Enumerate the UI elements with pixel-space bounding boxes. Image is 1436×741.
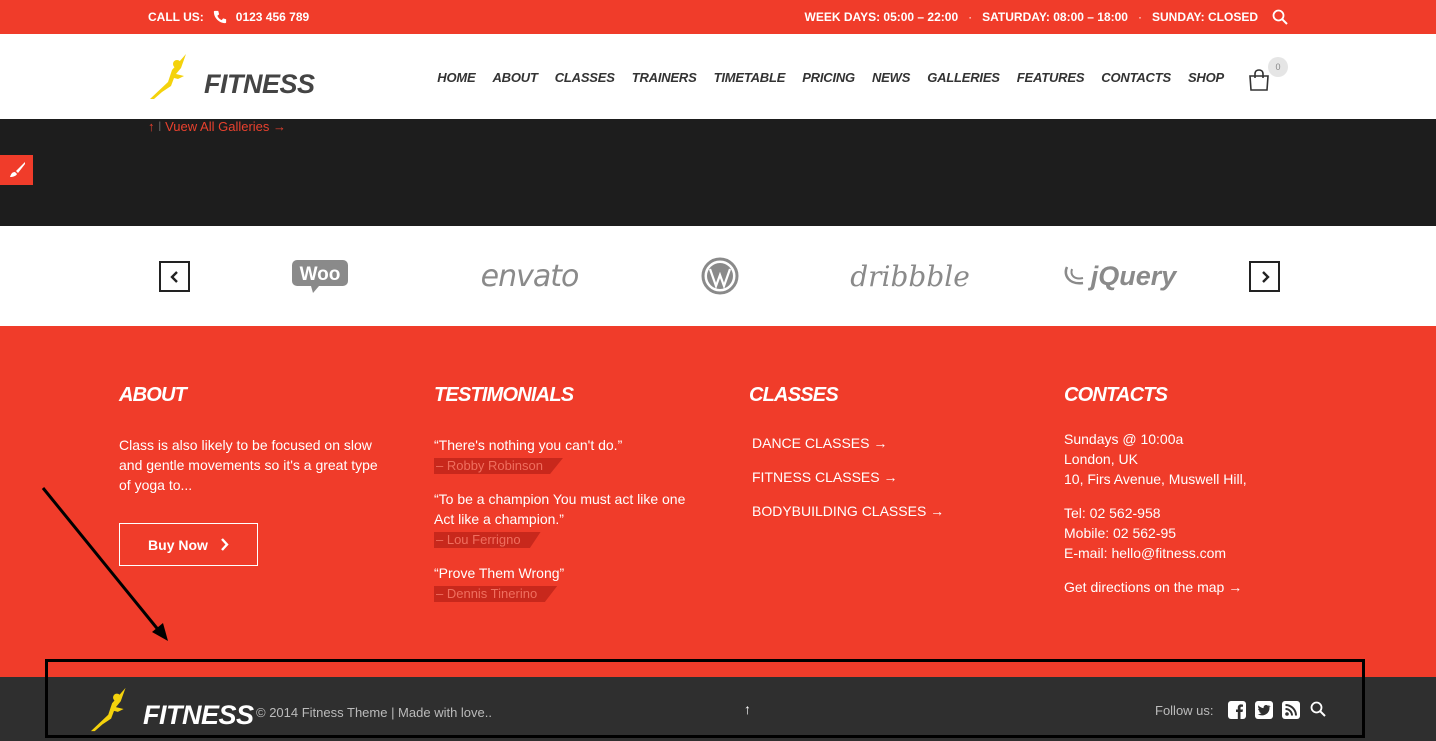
up-arrow-icon[interactable]: ↑ xyxy=(148,119,155,134)
footer-about: ABOUT Class is also likely to be focused… xyxy=(119,384,379,495)
twitter-icon[interactable] xyxy=(1255,701,1273,719)
chevron-right-icon xyxy=(221,538,229,551)
testimonial-author: – Lou Ferrigno xyxy=(434,532,541,548)
testimonial-quote: “To be a champion You must act like one … xyxy=(434,491,686,527)
testimonial-author: – Robby Robinson xyxy=(434,458,563,474)
search-icon[interactable] xyxy=(1310,701,1326,717)
partner-logo-envato[interactable]: envato xyxy=(457,256,602,296)
back-to-top-button[interactable]: ↑ xyxy=(744,701,751,717)
partner-logo-jquery[interactable]: jQuery xyxy=(1052,256,1187,296)
nav-contacts[interactable]: CONTACTS xyxy=(1101,70,1171,85)
site-header: FITNESS HOME ABOUT CLASSES TRAINERS TIME… xyxy=(0,34,1436,119)
partner-logo-wordpress[interactable] xyxy=(700,256,740,296)
about-text: Class is also likely to be focused on sl… xyxy=(119,437,378,493)
chevron-left-icon xyxy=(169,270,178,283)
logo-text: FITNESS xyxy=(204,69,315,99)
style-switcher-button[interactable] xyxy=(0,155,33,185)
rss-icon[interactable] xyxy=(1282,701,1300,719)
nav-features[interactable]: FEATURES xyxy=(1017,70,1085,85)
fitness-classes-link[interactable]: FITNESS CLASSES → xyxy=(752,469,944,485)
jquery-logo-text: jQuery xyxy=(1090,260,1177,291)
separator: · xyxy=(968,10,973,24)
site-logo[interactable]: FITNESS xyxy=(148,52,315,100)
testimonial-author: – Dennis Tinerino xyxy=(434,586,558,602)
footer-bottom-bar: FITNESS © 2014 Fitness Theme | Made with… xyxy=(0,677,1436,741)
footer-contacts: CONTACTS Sundays @ 10:00a London, UK 10,… xyxy=(1064,384,1247,597)
testimonial-quote: “Prove Them Wrong” xyxy=(434,565,565,581)
main-nav: HOME ABOUT CLASSES TRAINERS TIMETABLE PR… xyxy=(437,70,1224,85)
partner-logo-dribbble[interactable]: dribbble xyxy=(850,256,970,296)
separator: | xyxy=(158,121,162,132)
partners-carousel: Woo envato dribbble jQuery xyxy=(0,226,1436,326)
yoga-figure-icon xyxy=(150,54,186,99)
footer-logo[interactable]: FITNESS xyxy=(89,685,254,733)
bodybuilding-classes-link[interactable]: BODYBUILDING CLASSES → xyxy=(752,503,944,519)
call-us: CALL US: 0123 456 789 xyxy=(148,10,309,24)
envato-logo-text: envato xyxy=(480,258,580,294)
woo-logo-text: Woo xyxy=(300,264,341,285)
yoga-figure-icon xyxy=(90,687,126,732)
nav-trainers[interactable]: TRAINERS xyxy=(632,70,697,85)
top-bar: CALL US: 0123 456 789 WEEK DAYS: 05:00 –… xyxy=(0,0,1436,34)
footer-testimonials: TESTIMONIALS “There's nothing you can't … xyxy=(434,384,694,617)
footer-logo-text: FITNESS xyxy=(143,700,254,730)
gallery-nav: ↑ | Vuew All Galleries → xyxy=(148,119,286,134)
weekdays-hours: WEEK DAYS: 05:00 – 22:00 xyxy=(804,10,959,24)
follow-us-label: Follow us: xyxy=(1155,703,1214,718)
buy-now-button[interactable]: Buy Now xyxy=(119,523,258,566)
wordpress-logo-icon xyxy=(701,257,739,295)
nav-news[interactable]: NEWS xyxy=(872,70,910,85)
nav-shop[interactable]: SHOP xyxy=(1188,70,1224,85)
contact-city: London, UK xyxy=(1064,451,1138,467)
contact-street: 10, Firs Avenue, Muswell Hill, xyxy=(1064,471,1247,487)
facebook-icon[interactable] xyxy=(1228,701,1246,719)
saturday-hours: SATURDAY: 08:00 – 18:00 xyxy=(982,10,1128,24)
footer-widgets: ABOUT Class is also likely to be focused… xyxy=(0,326,1436,677)
testimonial-item: “To be a champion You must act like one … xyxy=(434,489,694,549)
classes-heading: CLASSES xyxy=(749,384,839,406)
dribbble-logo-text: dribbble xyxy=(850,259,970,293)
shopping-bag-icon[interactable] xyxy=(1247,68,1271,92)
footer-classes: CLASSES DANCE CLASSES → FITNESS CLASSES … xyxy=(749,384,944,537)
nav-about[interactable]: ABOUT xyxy=(492,70,537,85)
nav-classes[interactable]: CLASSES xyxy=(555,70,615,85)
opening-hours: WEEK DAYS: 05:00 – 22:00 · SATURDAY: 08:… xyxy=(805,10,1259,24)
phone-icon xyxy=(213,10,226,24)
jquery-swirl-icon xyxy=(1064,266,1083,285)
nav-galleries[interactable]: GALLERIES xyxy=(927,70,1000,85)
copyright-text: © 2014 Fitness Theme | Made with love.. xyxy=(256,705,492,720)
carousel-next-button[interactable] xyxy=(1249,261,1280,292)
contacts-heading: CONTACTS xyxy=(1064,384,1168,406)
buy-now-label: Buy Now xyxy=(148,536,208,553)
paintbrush-icon xyxy=(9,162,25,177)
contact-mobile: Mobile: 02 562-95 xyxy=(1064,525,1177,541)
contact-email[interactable]: E-mail: hello@fitness.com xyxy=(1064,543,1247,563)
testimonial-item: “There's nothing you can't do.” – Robby … xyxy=(434,435,694,475)
phone-number[interactable]: 0123 456 789 xyxy=(236,10,309,24)
call-label: CALL US: xyxy=(148,10,204,24)
testimonial-item: “Prove Them Wrong” – Dennis Tinerino xyxy=(434,563,694,603)
contact-schedule: Sundays @ 10:00a xyxy=(1064,431,1184,447)
nav-timetable[interactable]: TIMETABLE xyxy=(714,70,786,85)
dance-classes-link[interactable]: DANCE CLASSES → xyxy=(752,435,944,451)
chevron-right-icon xyxy=(1261,270,1270,283)
partner-logo-woo[interactable]: Woo xyxy=(290,256,350,296)
carousel-prev-button[interactable] xyxy=(159,261,190,292)
about-heading: ABOUT xyxy=(119,384,187,406)
woo-logo-icon: Woo xyxy=(292,260,348,293)
search-icon[interactable] xyxy=(1272,9,1288,25)
testimonials-heading: TESTIMONIALS xyxy=(434,384,574,406)
sunday-hours: SUNDAY: CLOSED xyxy=(1151,10,1258,24)
contact-tel: Tel: 02 562-958 xyxy=(1064,505,1161,521)
separator: · xyxy=(1137,10,1142,24)
gallery-band xyxy=(0,119,1436,226)
nav-home[interactable]: HOME xyxy=(437,70,475,85)
nav-pricing[interactable]: PRICING xyxy=(802,70,855,85)
view-all-galleries-link[interactable]: Vuew All Galleries → xyxy=(165,119,286,134)
map-directions-link[interactable]: Get directions on the map → xyxy=(1064,577,1247,597)
testimonial-quote: “There's nothing you can't do.” xyxy=(434,437,623,453)
cart-count-badge: 0 xyxy=(1268,57,1288,77)
